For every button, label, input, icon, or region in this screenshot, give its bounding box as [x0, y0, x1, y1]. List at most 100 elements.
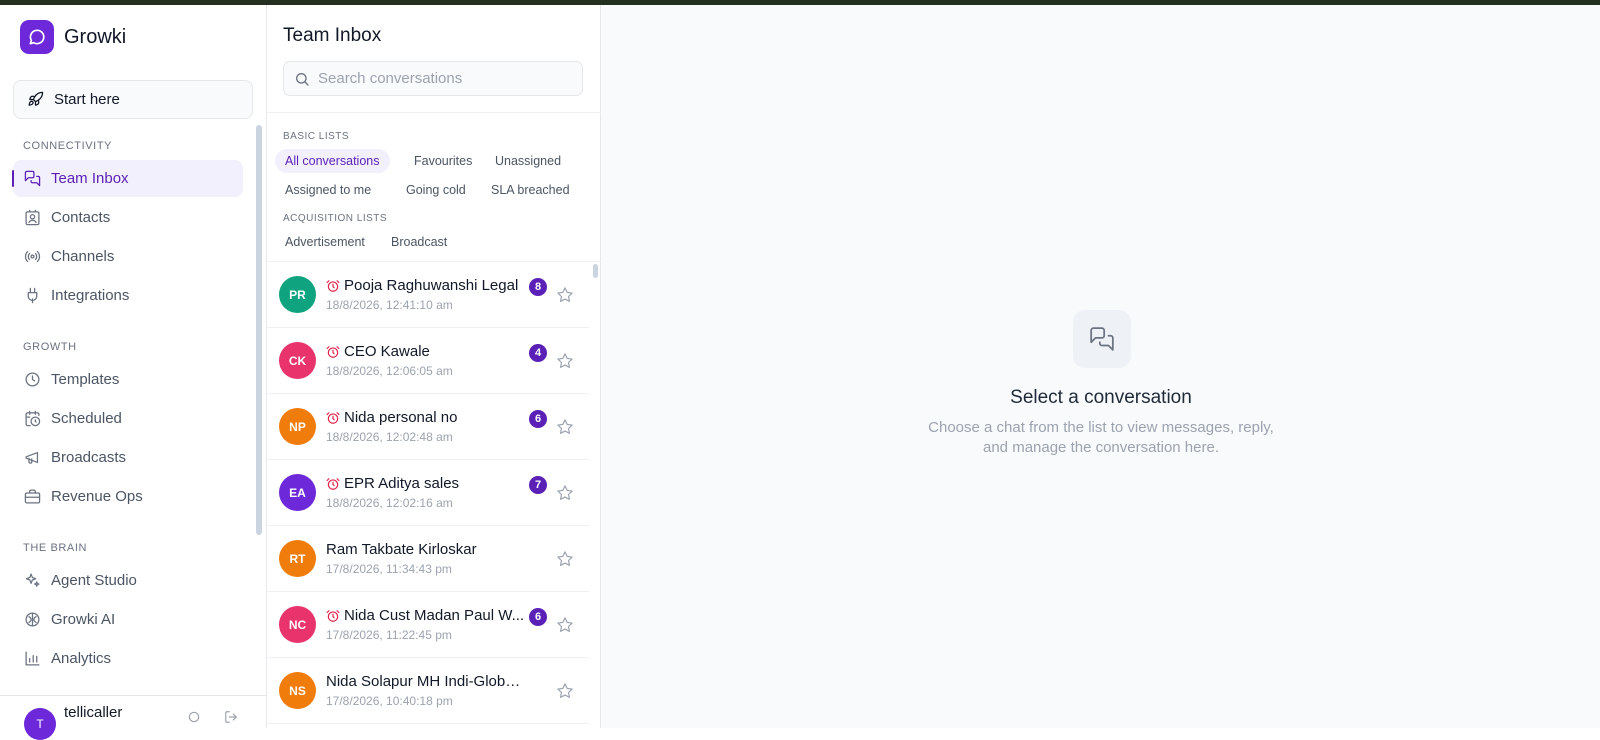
unread-badge: 8	[529, 278, 547, 296]
filter-all-conversations[interactable]: All conversations	[275, 149, 390, 173]
conversation-timestamp: 17/8/2026, 11:34:43 pm	[326, 562, 452, 576]
filter-going-cold[interactable]: Going cold	[396, 178, 476, 202]
sidebar-item-label: Analytics	[51, 650, 112, 667]
sidebar-item-label: Growki AI	[51, 611, 116, 628]
chat-bubbles-icon	[23, 170, 41, 188]
sidebar-item-label: Broadcasts	[51, 449, 127, 466]
sidebar-item-label: Team Inbox	[51, 170, 129, 187]
user-profile-row[interactable]: T tellicaller	[0, 695, 267, 740]
conversation-timestamp: 17/8/2026, 10:40:18 pm	[326, 694, 453, 708]
filter-advertisement[interactable]: Advertisement	[275, 230, 375, 254]
list-item[interactable]: NP Nida personal no 18/8/2026, 12:02:48 am…	[267, 394, 589, 460]
rocket-icon	[26, 91, 44, 109]
conversation-view: Select a conversation Choose a chat from…	[601, 5, 1600, 728]
conversation-name: Nida Solapur MH Indi-Global M...	[326, 673, 521, 690]
sidebar-item-label: Contacts	[51, 209, 111, 226]
sidebar-item-integrations[interactable]: Integrations	[13, 277, 243, 314]
star-icon[interactable]	[556, 286, 574, 309]
brand-name: Growki	[64, 25, 127, 48]
basic-lists-title: BASIC LISTS	[283, 131, 350, 142]
alarm-clock-icon	[326, 345, 340, 359]
filter-unassigned[interactable]: Unassigned	[485, 149, 571, 173]
filter-favourites[interactable]: Favourites	[404, 149, 482, 173]
star-icon[interactable]	[556, 616, 574, 639]
alarm-clock-icon	[326, 609, 340, 623]
avatar: RT	[279, 540, 316, 577]
star-icon[interactable]	[556, 682, 574, 705]
conversation-name-row: CEO Kawale	[326, 343, 526, 360]
list-item[interactable]: NC Nida Cust Madan Paul W... 17/8/2026, 11…	[267, 592, 589, 658]
megaphone-icon	[23, 449, 41, 467]
sidebar-item-label: Templates	[51, 371, 120, 388]
brand[interactable]: Growki	[0, 5, 266, 69]
avatar[interactable]: T	[24, 708, 56, 740]
sidebar-item-channels[interactable]: Channels	[13, 238, 243, 275]
search-icon	[294, 71, 310, 87]
conversation-name-row: Ram Takbate Kirloskar	[326, 541, 526, 558]
sidebar-scrollbar[interactable]	[256, 125, 262, 535]
app-shell: Growki Start here CONNECTIVITY Team Inbo…	[0, 5, 1600, 740]
chat-bubbles-icon	[1073, 310, 1131, 368]
conversation-name: Nida personal no	[344, 409, 458, 426]
brain-icon	[23, 611, 41, 629]
sidebar-item-contacts[interactable]: Contacts	[13, 199, 243, 236]
conversation-timestamp: 18/8/2026, 12:02:16 am	[326, 496, 453, 510]
avatar: EA	[279, 474, 316, 511]
search-input[interactable]	[318, 70, 568, 87]
list-item[interactable]: PR Pooja Raghuwanshi Legal 18/8/2026, 12:4…	[267, 262, 589, 328]
empty-state-title: Select a conversation	[1010, 387, 1192, 408]
list-item[interactable]: RT Ram Takbate Kirloskar 17/8/2026, 11:34:…	[267, 526, 589, 592]
conversation-timestamp: 17/8/2026, 11:22:45 pm	[326, 628, 452, 642]
conversation-name-row: Pooja Raghuwanshi Legal	[326, 277, 526, 294]
sidebar-item-revenue-ops[interactable]: Revenue Ops	[13, 478, 243, 515]
conversation-list-scrollbar[interactable]	[593, 264, 598, 278]
unread-badge: 7	[529, 476, 547, 494]
search-box[interactable]	[283, 61, 583, 96]
filter-assigned-to-me[interactable]: Assigned to me	[275, 178, 381, 202]
conversation-name-row: Nida Cust Madan Paul W...	[326, 607, 526, 624]
plug-icon	[23, 287, 41, 305]
empty-state-line: Choose a chat from the list to view mess…	[928, 419, 1274, 436]
star-icon[interactable]	[556, 484, 574, 507]
acquisition-lists-title: ACQUISITION LISTS	[283, 213, 388, 224]
star-icon[interactable]	[556, 352, 574, 375]
conversation-timestamp: 18/8/2026, 12:06:05 am	[326, 364, 453, 378]
start-here-button[interactable]: Start here	[13, 80, 253, 119]
sidebar-item-scheduled[interactable]: Scheduled	[13, 400, 243, 437]
sidebar-item-agent-studio[interactable]: Agent Studio	[13, 562, 243, 599]
clock-icon	[23, 371, 41, 389]
conversation-filters: BASIC LISTS All conversations Favourites…	[267, 112, 601, 262]
conversation-name-row: Nida Solapur MH Indi-Global M...	[326, 673, 526, 690]
broadcast-signal-icon	[23, 248, 41, 266]
filter-broadcast[interactable]: Broadcast	[381, 230, 457, 254]
sidebar-item-analytics[interactable]: Analytics	[13, 640, 243, 677]
theme-toggle-icon[interactable]	[187, 710, 201, 729]
star-icon[interactable]	[556, 418, 574, 441]
avatar: NC	[279, 606, 316, 643]
conversation-timestamp: 18/8/2026, 12:02:48 am	[326, 430, 453, 444]
sidebar-item-team-inbox[interactable]: Team Inbox	[12, 160, 243, 197]
logout-icon[interactable]	[224, 710, 238, 729]
start-here-label: Start here	[54, 91, 120, 108]
conversation-name-row: EPR Aditya sales	[326, 475, 526, 492]
unread-badge: 6	[529, 410, 547, 428]
filter-sla-breached[interactable]: SLA breached	[481, 178, 580, 202]
sidebar-item-label: Scheduled	[51, 410, 122, 427]
sidebar-item-templates[interactable]: Templates	[13, 361, 243, 398]
list-item[interactable]: EA EPR Aditya sales 18/8/2026, 12:02:16 am…	[267, 460, 589, 526]
star-icon[interactable]	[556, 550, 574, 573]
empty-state-description: Choose a chat from the list to view mess…	[601, 418, 1600, 458]
avatar: PR	[279, 276, 316, 313]
briefcase-icon	[23, 488, 41, 506]
alarm-clock-icon	[326, 477, 340, 491]
sidebar-item-growki-ai[interactable]: Growki AI	[13, 601, 243, 638]
sidebar: Growki Start here CONNECTIVITY Team Inbo…	[0, 5, 267, 740]
list-item[interactable]: NS Nida Solapur MH Indi-Global M... 17/8/2…	[267, 658, 589, 724]
sidebar-item-label: Revenue Ops	[51, 488, 143, 505]
user-name: tellicaller	[64, 704, 123, 721]
list-item[interactable]: CK CEO Kawale 18/8/2026, 12:06:05 am 4	[267, 328, 589, 394]
sidebar-item-broadcasts[interactable]: Broadcasts	[13, 439, 243, 476]
sparkles-icon	[23, 572, 41, 590]
avatar: NP	[279, 408, 316, 445]
brand-logo-icon	[20, 20, 54, 54]
